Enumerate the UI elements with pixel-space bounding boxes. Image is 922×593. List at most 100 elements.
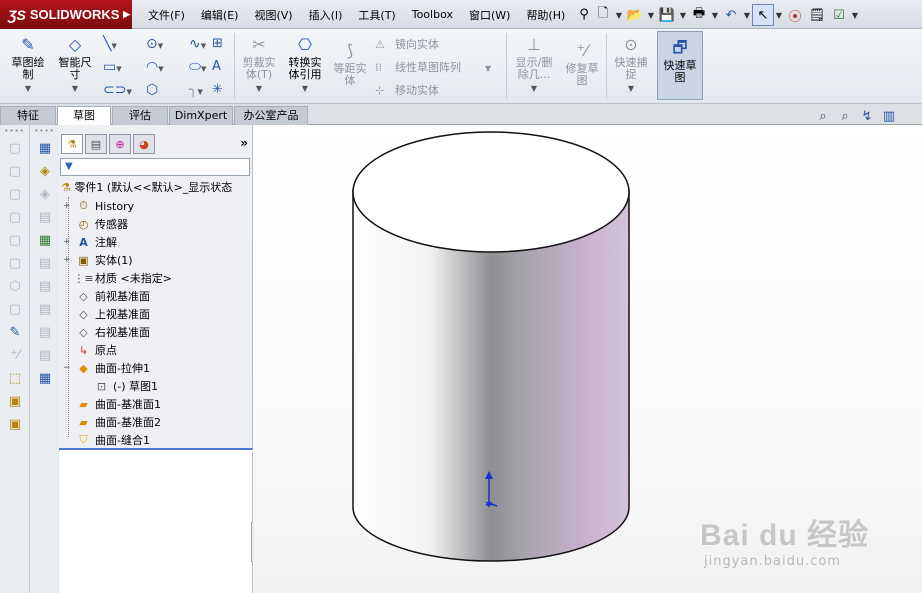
tool-10-icon[interactable]: ▤ [30, 344, 60, 367]
tree-item-history[interactable]: + ⏱ History [63, 197, 134, 215]
tool-7-icon[interactable]: ▤ [30, 275, 60, 298]
tab-office-products[interactable]: 办公室产品 [234, 106, 308, 125]
point-tool-icon[interactable]: ✳ [212, 82, 228, 105]
rebuild-traffic-light-icon[interactable]: ⦿ [784, 4, 806, 26]
tree-item-planar-surface2[interactable]: ▰ 曲面-基准面2 [63, 413, 161, 431]
convert-entities-button[interactable]: ⎔ 转换实 体引用 ▼ [283, 35, 327, 95]
select-dropdown-icon[interactable]: ▼ [774, 11, 784, 20]
tool-5-icon[interactable]: ▦ [30, 229, 60, 252]
print-dropdown-icon[interactable]: ▼ [710, 11, 720, 20]
show-delete-relations-button[interactable]: ⊥ 显示/删 除几... ▼ [511, 35, 557, 95]
menu-tools[interactable]: 工具(T) [350, 7, 403, 23]
mirror-entities-button[interactable]: ⚠ 镜向实体 [375, 33, 491, 56]
part-root-node[interactable]: ⚗ 零件1 (默认<<默认>_显示状态 [61, 179, 232, 195]
view-front-icon[interactable]: ▢ [0, 137, 30, 160]
tree-item-right-plane[interactable]: ◇ 右视基准面 [63, 323, 150, 341]
toolbar-grip[interactable]: •••• [0, 125, 29, 137]
tree-filter-input[interactable]: ▼ [60, 158, 250, 176]
new-document-icon[interactable]: 🗋 [592, 4, 614, 26]
rectangle-tool-icon[interactable]: ▭▼ [103, 59, 146, 75]
slot-tool-icon[interactable]: ⊂⊃▼ [103, 82, 146, 98]
view-iso-icon[interactable]: ⬡ [0, 275, 30, 298]
quick-snaps-button[interactable]: ⊙ 快速捕 捉 ▼ [609, 35, 653, 95]
menu-toolbox[interactable]: Toolbox [404, 8, 461, 21]
tool-3-icon[interactable]: ◈ [30, 183, 60, 206]
linear-pattern-dropdown-icon[interactable]: ▼ [485, 64, 491, 73]
block-icon[interactable]: ◈ [30, 160, 60, 183]
tool-9-icon[interactable]: ▤ [30, 321, 60, 344]
rebuild-icon[interactable]: ⬚ [0, 367, 30, 390]
add-relation-icon[interactable]: ⁺⁄ [0, 344, 30, 367]
view-back-icon[interactable]: ▢ [0, 160, 30, 183]
table-icon[interactable]: ▦ [30, 137, 60, 160]
show-delete-dropdown-icon[interactable]: ▼ [511, 83, 557, 95]
line-tool-icon[interactable]: ╲▼ [103, 36, 146, 52]
smart-dimension-button[interactable]: ◇ 智能尺 寸 ▼ [52, 35, 98, 95]
repair-sketch-button[interactable]: ⁺⁄ 修复草 图 [561, 41, 603, 87]
menu-insert[interactable]: 插入(I) [301, 7, 351, 23]
expand-toggle[interactable]: + [63, 201, 75, 211]
quick-snaps-dropdown-icon[interactable]: ▼ [609, 83, 653, 95]
sketch-button[interactable]: ✎ 草图绘 制 ▼ [6, 35, 50, 95]
menu-window[interactable]: 窗口(W) [461, 7, 518, 23]
linear-pattern-button[interactable]: ⁞⁞ 线性草图阵列 ▼ [375, 56, 491, 79]
options-icon[interactable]: ☑ [828, 4, 850, 26]
circle-tool-icon[interactable]: ⊙▼ [146, 36, 189, 52]
feature-manager-tab-icon[interactable]: ⚗ [61, 134, 83, 154]
save-dropdown-icon[interactable]: ▼ [678, 11, 688, 20]
tree-item-solid-bodies[interactable]: + ▣ 实体(1) [63, 251, 133, 269]
select-arrow-icon[interactable]: ↖ [752, 4, 774, 26]
trim-dropdown-icon[interactable]: ▼ [238, 83, 280, 95]
tool-6-icon[interactable]: ▤ [30, 252, 60, 275]
polygon-tool-icon[interactable]: ⬡ [146, 82, 189, 98]
undo-icon[interactable]: ↶ [720, 4, 742, 26]
tree-item-planar-surface1[interactable]: ▰ 曲面-基准面1 [63, 395, 161, 413]
tree-item-top-plane[interactable]: ◇ 上视基准面 [63, 305, 150, 323]
tree-item-material[interactable]: ⋮≡ 材质 <未指定> [63, 269, 172, 287]
offset-entities-button[interactable]: ⟆ 等距实 体 [330, 41, 370, 87]
tree-item-knit1[interactable]: ⛉ 曲面-缝合1 [63, 431, 150, 449]
sketch-edit-icon[interactable]: ✎ [0, 321, 30, 344]
menu-edit[interactable]: 编辑(E) [193, 7, 247, 23]
file-properties-icon[interactable]: 🗒 [806, 4, 828, 26]
undo-dropdown-icon[interactable]: ▼ [742, 11, 752, 20]
smart-dimension-dropdown-icon[interactable]: ▼ [52, 83, 98, 95]
tree-item-sketch1[interactable]: ⊡ (-) 草图1 [81, 377, 158, 395]
tool-11-icon[interactable]: ▦ [30, 367, 60, 390]
tab-dimxpert[interactable]: DimXpert [169, 106, 233, 125]
trim-entities-button[interactable]: ✂ 剪裁实 体(T) ▼ [238, 35, 280, 95]
view-top-icon[interactable]: ▢ [0, 229, 30, 252]
toolbar-grip[interactable]: •••• [30, 125, 59, 137]
menu-file[interactable]: 文件(F) [140, 7, 193, 23]
tab-features[interactable]: 特征 [0, 106, 56, 125]
tree-item-front-plane[interactable]: ◇ 前视基准面 [63, 287, 150, 305]
property-manager-tab-icon[interactable]: ▤ [85, 134, 107, 154]
text-tool-icon[interactable]: A [212, 59, 228, 82]
solidworks-logo[interactable]: ƷS SOLIDWORKS ▶ [0, 0, 132, 29]
display-manager-tab-icon[interactable]: ◕ [133, 134, 155, 154]
view-left-icon[interactable]: ▢ [0, 183, 30, 206]
layer-b-icon[interactable]: ▣ [0, 413, 30, 436]
configuration-manager-tab-icon[interactable]: ⊕ [109, 134, 131, 154]
view-normal-icon[interactable]: ▢ [0, 298, 30, 321]
tab-sketch[interactable]: 草图 [57, 106, 111, 126]
tree-item-sensors[interactable]: ◴ 传感器 [63, 215, 128, 233]
open-folder-icon[interactable]: 📂 [624, 4, 646, 26]
expand-toggle[interactable]: + [63, 255, 75, 265]
tree-item-annotations[interactable]: + A 注解 [63, 233, 117, 251]
tab-evaluate[interactable]: 评估 [112, 106, 168, 125]
rapid-sketch-button[interactable]: 🗗 快速草 图 [657, 31, 703, 100]
view-bottom-icon[interactable]: ▢ [0, 252, 30, 275]
tool-8-icon[interactable]: ▤ [30, 298, 60, 321]
menu-view[interactable]: 视图(V) [246, 7, 300, 23]
move-entities-button[interactable]: ⊹ 移动实体 [375, 79, 491, 102]
options-dropdown-icon[interactable]: ▼ [850, 11, 860, 20]
brand-menu-arrow-icon[interactable]: ▶ [123, 9, 130, 20]
print-icon[interactable]: 🖶 [688, 4, 710, 26]
tree-item-origin[interactable]: ↳ 原点 [63, 341, 117, 359]
tool-4-icon[interactable]: ▤ [30, 206, 60, 229]
arc-tool-icon[interactable]: ◠▼ [146, 59, 189, 75]
expand-toggle[interactable]: + [63, 237, 75, 247]
view-right-icon[interactable]: ▢ [0, 206, 30, 229]
layer-a-icon[interactable]: ▣ [0, 390, 30, 413]
